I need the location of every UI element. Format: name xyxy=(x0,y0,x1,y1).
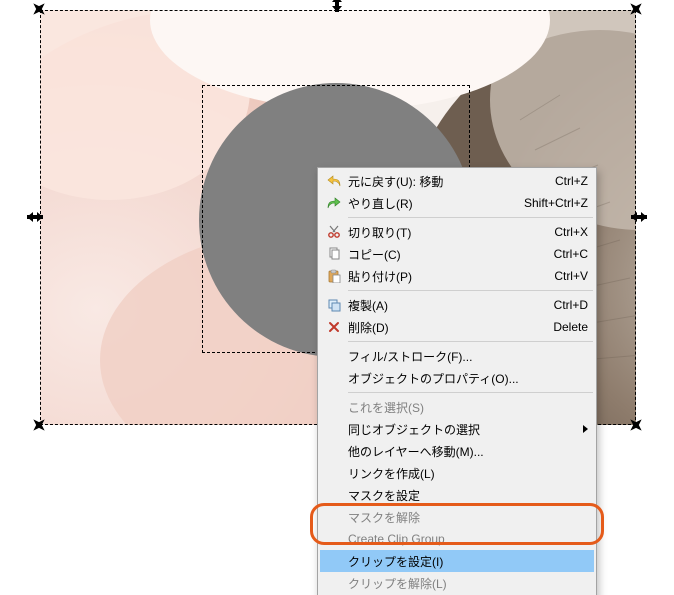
handle-w[interactable] xyxy=(27,210,43,224)
menu-cut-label: 切り取り(T) xyxy=(344,224,546,241)
copy-icon xyxy=(324,246,344,262)
menu-separator xyxy=(348,392,593,393)
menu-separator xyxy=(348,290,593,291)
menu-release-clip: クリップを解除(L) xyxy=(320,572,594,594)
menu-create-clip-group: Create Clip Group xyxy=(320,528,594,550)
handle-ne[interactable] xyxy=(628,1,644,17)
menu-select-this: これを選択(S) xyxy=(320,396,594,418)
menu-delete[interactable]: 削除(D) Delete xyxy=(320,316,594,338)
menu-object-properties-label: オブジェクトのプロパティ(O)... xyxy=(344,370,588,387)
handle-sw[interactable] xyxy=(31,417,47,433)
menu-undo-accel: Ctrl+Z xyxy=(547,174,588,188)
handle-nw[interactable] xyxy=(31,1,47,17)
blank-icon xyxy=(324,509,344,525)
duplicate-icon xyxy=(324,297,344,313)
blank-icon xyxy=(324,443,344,459)
redo-icon xyxy=(324,195,344,211)
menu-release-mask: マスクを解除 xyxy=(320,506,594,528)
menu-paste-accel: Ctrl+V xyxy=(546,269,588,283)
blank-icon xyxy=(324,421,344,437)
menu-object-properties[interactable]: オブジェクトのプロパティ(O)... xyxy=(320,367,594,389)
handle-n[interactable] xyxy=(330,0,344,12)
menu-separator xyxy=(348,217,593,218)
cut-icon xyxy=(324,224,344,240)
menu-undo[interactable]: 元に戻す(U): 移動 Ctrl+Z xyxy=(320,170,594,192)
menu-copy-accel: Ctrl+C xyxy=(546,247,588,261)
menu-copy-label: コピー(C) xyxy=(344,246,546,263)
menu-cut-accel: Ctrl+X xyxy=(546,225,588,239)
canvas[interactable]: 元に戻す(U): 移動 Ctrl+Z やり直し(R) Shift+Ctrl+Z … xyxy=(0,0,674,595)
menu-select-same[interactable]: 同じオブジェクトの選択 xyxy=(320,418,594,440)
menu-delete-label: 削除(D) xyxy=(344,319,545,336)
blank-icon xyxy=(324,553,344,569)
menu-make-link-label: リンクを作成(L) xyxy=(344,465,588,482)
menu-create-clip-group-label: Create Clip Group xyxy=(344,532,588,546)
blank-icon xyxy=(324,575,344,591)
menu-paste-label: 貼り付け(P) xyxy=(344,268,546,285)
menu-cut[interactable]: 切り取り(T) Ctrl+X xyxy=(320,221,594,243)
handle-e[interactable] xyxy=(631,210,647,224)
blank-icon xyxy=(324,465,344,481)
blank-icon xyxy=(324,399,344,415)
menu-paste[interactable]: 貼り付け(P) Ctrl+V xyxy=(320,265,594,287)
blank-icon xyxy=(324,348,344,364)
handle-se[interactable] xyxy=(628,417,644,433)
menu-select-same-label: 同じオブジェクトの選択 xyxy=(344,421,577,438)
delete-icon xyxy=(324,319,344,335)
menu-set-clip[interactable]: クリップを設定(I) xyxy=(320,550,594,572)
menu-set-clip-label: クリップを設定(I) xyxy=(344,553,588,570)
undo-icon xyxy=(324,173,344,189)
menu-set-mask-label: マスクを設定 xyxy=(344,487,588,504)
menu-set-mask[interactable]: マスクを設定 xyxy=(320,484,594,506)
menu-release-mask-label: マスクを解除 xyxy=(344,509,588,526)
menu-make-link[interactable]: リンクを作成(L) xyxy=(320,462,594,484)
menu-duplicate-accel: Ctrl+D xyxy=(546,298,588,312)
menu-delete-accel: Delete xyxy=(545,320,588,334)
menu-redo[interactable]: やり直し(R) Shift+Ctrl+Z xyxy=(320,192,594,214)
blank-icon xyxy=(324,487,344,503)
menu-copy[interactable]: コピー(C) Ctrl+C xyxy=(320,243,594,265)
blank-icon xyxy=(324,370,344,386)
menu-release-clip-label: クリップを解除(L) xyxy=(344,575,588,592)
menu-duplicate[interactable]: 複製(A) Ctrl+D xyxy=(320,294,594,316)
submenu-arrow-icon xyxy=(583,425,588,433)
menu-move-to-layer-label: 他のレイヤーへ移動(M)... xyxy=(344,443,588,460)
blank-icon xyxy=(324,531,344,547)
menu-separator xyxy=(348,341,593,342)
menu-fill-stroke-label: フィル/ストローク(F)... xyxy=(344,348,588,365)
paste-icon xyxy=(324,268,344,284)
menu-fill-stroke[interactable]: フィル/ストローク(F)... xyxy=(320,345,594,367)
menu-undo-label: 元に戻す(U): 移動 xyxy=(344,173,547,190)
menu-select-this-label: これを選択(S) xyxy=(344,399,588,416)
context-menu: 元に戻す(U): 移動 Ctrl+Z やり直し(R) Shift+Ctrl+Z … xyxy=(317,167,597,595)
menu-duplicate-label: 複製(A) xyxy=(344,297,546,314)
menu-move-to-layer[interactable]: 他のレイヤーへ移動(M)... xyxy=(320,440,594,462)
menu-redo-label: やり直し(R) xyxy=(344,195,516,212)
menu-redo-accel: Shift+Ctrl+Z xyxy=(516,196,588,210)
